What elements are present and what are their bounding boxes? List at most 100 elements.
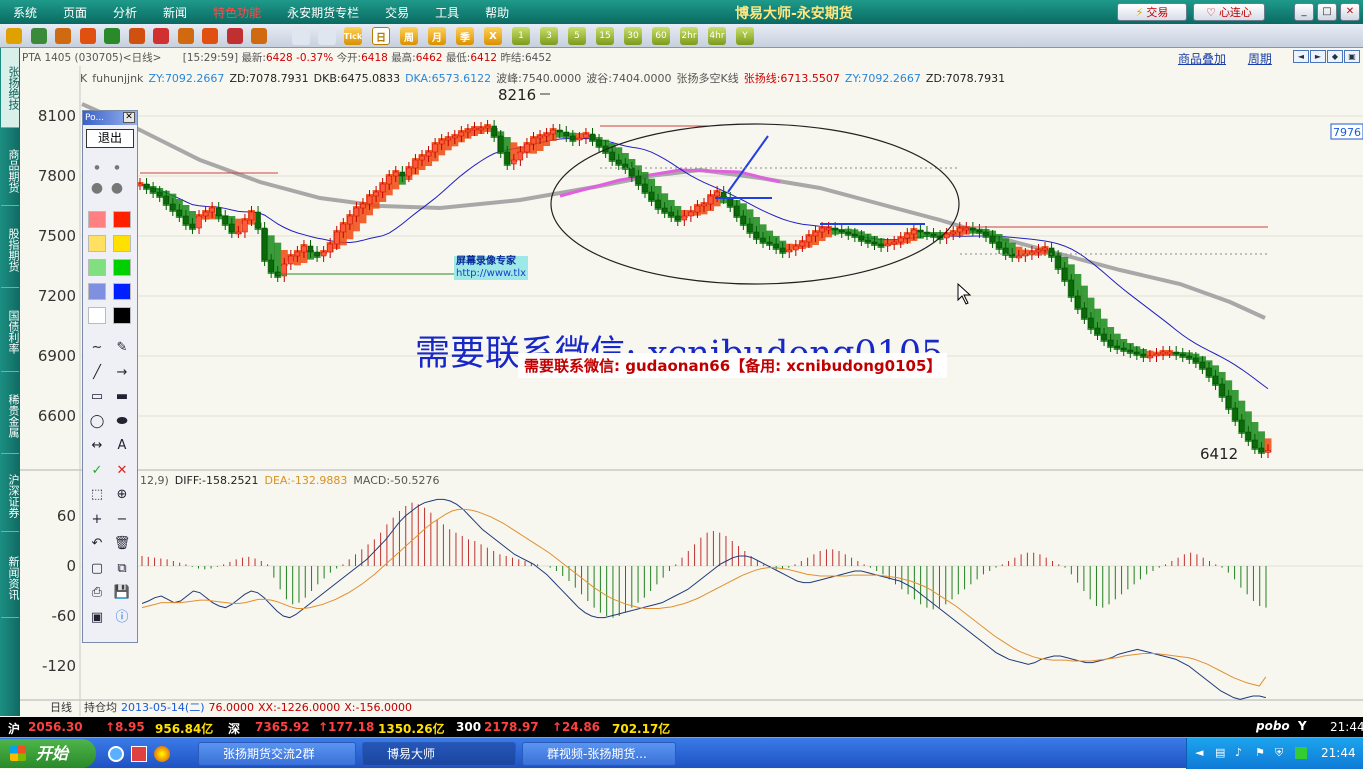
tray-arrow-icon[interactable]: ◄ bbox=[1195, 746, 1203, 759]
candle-body bbox=[655, 199, 661, 209]
brand-logo: pobo bbox=[1256, 719, 1290, 733]
candle-body bbox=[242, 219, 248, 233]
line-icon[interactable]: ╱ bbox=[87, 364, 107, 382]
candle-body bbox=[996, 241, 1002, 249]
tray-green-icon[interactable] bbox=[1295, 747, 1307, 759]
add-icon[interactable]: + bbox=[87, 511, 107, 529]
candle-body bbox=[1134, 351, 1140, 355]
y-tick-label: 7500 bbox=[38, 227, 76, 245]
color-swatch[interactable] bbox=[88, 307, 106, 324]
text-icon[interactable]: A bbox=[112, 437, 132, 455]
zoom-icon[interactable]: ⊕ bbox=[112, 486, 132, 504]
candle-body bbox=[1035, 249, 1042, 253]
color-swatch[interactable] bbox=[113, 235, 131, 252]
start-button[interactable]: 开始 bbox=[0, 739, 96, 768]
task-qq-group[interactable]: 张扬期货交流2群 bbox=[198, 742, 356, 766]
candle-body bbox=[1061, 267, 1068, 281]
candle-body bbox=[825, 227, 832, 231]
candle-body bbox=[865, 239, 871, 243]
candle-body bbox=[930, 233, 937, 237]
trash-icon[interactable]: 🗑 bbox=[112, 535, 132, 553]
candle-body bbox=[517, 151, 524, 161]
candle-body bbox=[1094, 327, 1101, 335]
candle-body bbox=[1186, 355, 1193, 359]
color-swatch[interactable] bbox=[88, 283, 106, 300]
task-video[interactable]: 群视频-张扬期货... bbox=[522, 742, 676, 766]
candle-body bbox=[393, 171, 399, 177]
color-swatch[interactable] bbox=[113, 211, 131, 228]
tray-shield-icon[interactable]: ⛨ bbox=[1275, 746, 1283, 760]
copy-icon[interactable]: ⧉ bbox=[112, 560, 132, 578]
print-icon[interactable]: ⎙ bbox=[87, 584, 107, 602]
macd-y-tick: -120 bbox=[42, 657, 76, 675]
candle-body bbox=[1166, 351, 1173, 355]
quicklaunch-app-icon[interactable] bbox=[131, 746, 147, 762]
candle-body bbox=[773, 243, 779, 249]
market-status-bar: 沪 2056.30 ↑8.95 956.84亿 深 7365.92 ↑177.1… bbox=[0, 717, 1363, 737]
select-icon[interactable]: ⬚ bbox=[87, 486, 107, 504]
pen-size-dot[interactable]: ● bbox=[107, 179, 127, 197]
task-boyi[interactable]: 博易大师 bbox=[362, 742, 516, 766]
pen-size-dot[interactable]: ● bbox=[87, 179, 107, 197]
save-icon[interactable]: 💾 bbox=[112, 584, 132, 602]
tray-network-icon[interactable]: ▤ bbox=[1215, 746, 1225, 759]
candle-body bbox=[688, 211, 694, 217]
candle-body bbox=[255, 211, 261, 229]
candle-body bbox=[1239, 419, 1245, 433]
palette-close-button[interactable]: ✕ bbox=[123, 112, 135, 123]
candle-body bbox=[1232, 407, 1238, 421]
double-arrow-icon[interactable]: ↔ bbox=[87, 437, 107, 455]
candle-body bbox=[327, 243, 333, 253]
info-icon[interactable]: ⓘ bbox=[112, 609, 132, 627]
ellipse-icon[interactable]: ◯ bbox=[87, 413, 107, 431]
y-tick-label: 6600 bbox=[38, 407, 76, 425]
candle-body bbox=[1048, 247, 1055, 257]
pen-size-dot[interactable]: ● bbox=[87, 159, 107, 177]
candle-body bbox=[917, 229, 924, 233]
color-swatch[interactable] bbox=[113, 283, 131, 300]
rect-icon[interactable]: ▭ bbox=[87, 388, 107, 406]
candle-body bbox=[1206, 367, 1212, 377]
filled-ellipse-icon[interactable]: ⬬ bbox=[112, 413, 132, 431]
color-swatch[interactable] bbox=[113, 307, 131, 324]
quicklaunch-ie-icon[interactable] bbox=[108, 746, 124, 762]
candle-body bbox=[183, 215, 189, 225]
color-swatch[interactable] bbox=[88, 235, 106, 252]
eraser-icon[interactable]: ✎ bbox=[112, 339, 132, 357]
quicklaunch-flower-icon[interactable] bbox=[154, 746, 170, 762]
candle-body bbox=[248, 211, 255, 221]
tray-flag-icon[interactable]: ⚑ bbox=[1255, 746, 1265, 759]
candle-body bbox=[530, 137, 537, 145]
remove-icon[interactable]: − bbox=[112, 511, 132, 529]
color-swatch[interactable] bbox=[88, 211, 106, 228]
drawn-line[interactable] bbox=[727, 135, 769, 193]
filled-rect-icon[interactable]: ▬ bbox=[112, 388, 132, 406]
candle-body bbox=[320, 251, 327, 257]
recorder-url: http://www.tlx bbox=[456, 268, 527, 279]
candle-body bbox=[675, 215, 681, 221]
mouse-cursor-icon bbox=[957, 282, 972, 305]
candle-body bbox=[838, 229, 845, 233]
candle-body bbox=[360, 203, 366, 209]
new-icon[interactable]: ▢ bbox=[87, 560, 107, 578]
candle-body bbox=[438, 139, 445, 145]
color-swatch[interactable] bbox=[88, 259, 106, 276]
candle-body bbox=[1107, 339, 1114, 347]
cancel-icon[interactable]: ✕ bbox=[112, 462, 132, 480]
palette-exit-button[interactable]: 退出 bbox=[86, 129, 134, 148]
candle-body bbox=[543, 133, 550, 137]
curve-icon[interactable]: ∼ bbox=[87, 339, 107, 357]
drawing-palette[interactable]: Po... ✕ 退出 ● ● ● ● ∼ ✎ ╱ → ▭ ▬ ◯ ⬬ ↔ A ✓ ✕ ⬚ ⊕ + − ↶ 🗑 ▢ ⧉ ⎙ 💾 ▣ ⓘ bbox=[82, 110, 138, 643]
candle-body bbox=[983, 231, 989, 237]
arrow-icon[interactable]: → bbox=[112, 364, 132, 382]
confirm-icon[interactable]: ✓ bbox=[87, 462, 107, 480]
candle-body bbox=[379, 183, 386, 193]
candle-body bbox=[1081, 307, 1088, 319]
undo-icon[interactable]: ↶ bbox=[87, 535, 107, 553]
color-swatch[interactable] bbox=[113, 259, 131, 276]
candle-body bbox=[806, 235, 812, 243]
candle-body bbox=[399, 171, 406, 177]
pen-size-dot[interactable]: ● bbox=[107, 159, 127, 177]
tray-volume-icon[interactable]: ♪ bbox=[1235, 746, 1242, 759]
image-icon[interactable]: ▣ bbox=[87, 609, 107, 627]
